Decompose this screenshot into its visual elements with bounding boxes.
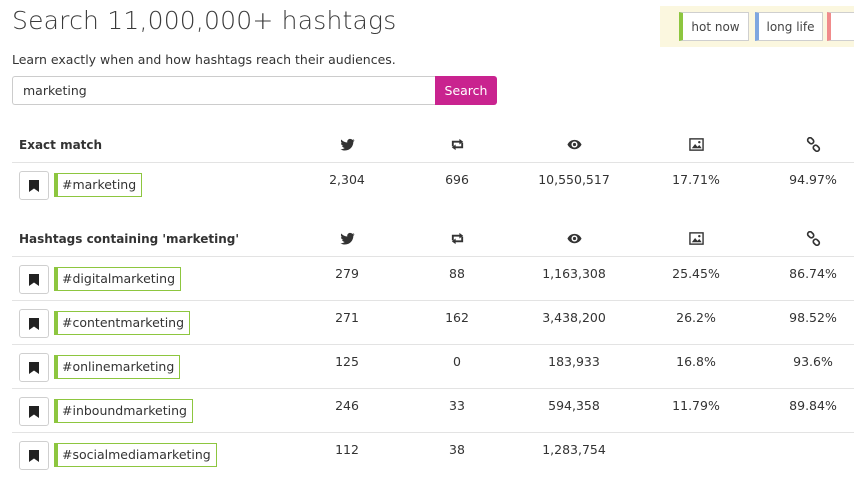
hashtag-tag[interactable]: #contentmarketing <box>54 311 191 335</box>
exact-match-title: Exact match <box>19 137 103 152</box>
containing-header: Hashtags containing 'marketing' <box>12 221 854 257</box>
page-title: Search 11,000,000+ hashtags <box>12 6 397 35</box>
tweets-count: 125 <box>335 354 359 369</box>
tweets-count: 112 <box>335 442 359 457</box>
bookmark-icon <box>29 179 39 192</box>
hashtag-tag[interactable]: #marketing <box>54 173 143 197</box>
bookmark-icon <box>29 405 39 418</box>
eye-icon <box>566 231 582 247</box>
legend-long-life[interactable]: long life <box>755 12 823 41</box>
retweets-count: 0 <box>453 354 461 369</box>
retweets-count: 88 <box>449 266 465 281</box>
search-button[interactable]: Search <box>435 76 497 105</box>
hashtag-tag[interactable]: #onlinemarketing <box>54 355 181 379</box>
tweets-count: 279 <box>335 266 359 281</box>
bookmark-button[interactable] <box>19 171 49 200</box>
search-input[interactable] <box>12 76 436 105</box>
hashtag-tag[interactable]: #inboundmarketing <box>54 399 193 423</box>
legend-third-tag[interactable] <box>827 12 854 41</box>
retweet-icon <box>449 137 465 153</box>
views-count: 594,358 <box>548 398 600 413</box>
links-percent: 93.6% <box>793 354 833 369</box>
links-percent: 89.84% <box>789 398 837 413</box>
exact-match-header: Exact match <box>12 127 854 163</box>
table-row: #socialmediamarketing 112 38 1,283,754 <box>12 433 854 477</box>
legend-hot-now[interactable]: hot now <box>679 12 749 41</box>
table-row: #inboundmarketing 246 33 594,358 11.79% … <box>12 389 854 433</box>
link-icon <box>805 231 821 247</box>
retweet-icon <box>449 231 465 247</box>
eye-icon <box>566 137 582 153</box>
images-percent: 25.45% <box>672 266 720 281</box>
links-percent: 86.74% <box>789 266 837 281</box>
hashtag-tag[interactable]: #digitalmarketing <box>54 267 182 291</box>
bookmark-button[interactable] <box>19 353 49 382</box>
bookmark-icon <box>29 449 39 462</box>
links-percent: 98.52% <box>789 310 837 325</box>
containing-title: Hashtags containing 'marketing' <box>19 231 240 246</box>
links-percent: 94.97% <box>789 172 837 187</box>
retweets-count: 33 <box>449 398 465 413</box>
images-percent: 16.8% <box>676 354 716 369</box>
table-row: #marketing 2,304 696 10,550,517 17.71% 9… <box>12 163 854 207</box>
twitter-icon <box>339 137 355 153</box>
table-row: #digitalmarketing 279 88 1,163,308 25.45… <box>12 257 854 301</box>
retweets-count: 162 <box>445 310 469 325</box>
bookmark-icon <box>29 361 39 374</box>
image-icon <box>688 231 704 247</box>
bookmark-icon <box>29 317 39 330</box>
table-row: #contentmarketing 271 162 3,438,200 26.2… <box>12 301 854 345</box>
twitter-icon <box>339 231 355 247</box>
bookmark-icon <box>29 273 39 286</box>
bookmark-button[interactable] <box>19 309 49 338</box>
bookmark-button[interactable] <box>19 397 49 426</box>
link-icon <box>805 137 821 153</box>
page-subtitle: Learn exactly when and how hashtags reac… <box>12 52 396 67</box>
image-icon <box>688 137 704 153</box>
bookmark-button[interactable] <box>19 441 49 470</box>
images-percent: 17.71% <box>672 172 720 187</box>
images-percent: 26.2% <box>676 310 716 325</box>
images-percent: 11.79% <box>672 398 720 413</box>
views-count: 1,283,754 <box>542 442 606 457</box>
views-count: 3,438,200 <box>542 310 606 325</box>
tweets-count: 246 <box>335 398 359 413</box>
retweets-count: 38 <box>449 442 465 457</box>
tweets-count: 2,304 <box>329 172 365 187</box>
views-count: 183,933 <box>548 354 600 369</box>
views-count: 10,550,517 <box>538 172 610 187</box>
retweets-count: 696 <box>445 172 469 187</box>
legend-box: hot now long life <box>660 6 854 47</box>
hashtag-tag[interactable]: #socialmediamarketing <box>54 443 217 467</box>
tweets-count: 271 <box>335 310 359 325</box>
table-row: #onlinemarketing 125 0 183,933 16.8% 93.… <box>12 345 854 389</box>
bookmark-button[interactable] <box>19 265 49 294</box>
views-count: 1,163,308 <box>542 266 606 281</box>
